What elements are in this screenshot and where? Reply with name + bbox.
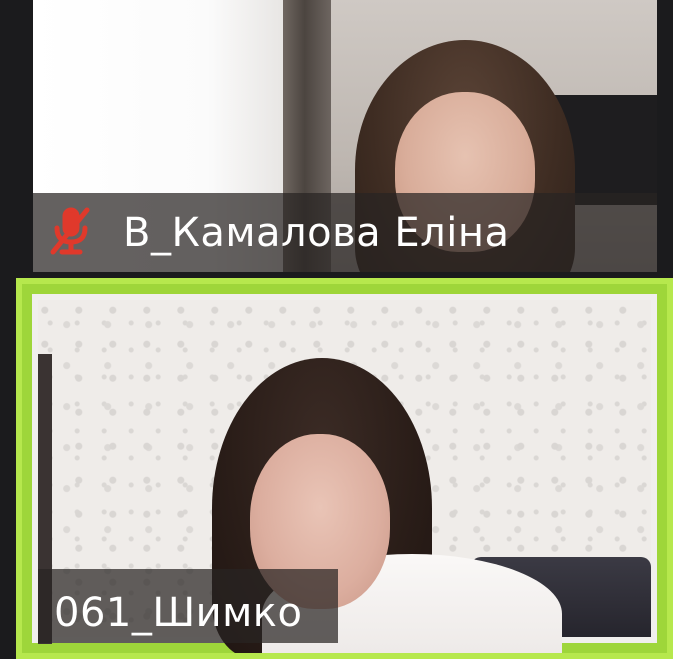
active-speaker-video-tile[interactable]: 061_Шимко [16,278,673,659]
participant-name: В_Камалова Еліна [123,210,510,256]
meeting-gallery-view: В_Камалова Еліна 061_Шимко [0,0,673,659]
participant-name: 061_Шимко [54,590,303,636]
muted-mic-icon [50,207,90,255]
participant-video-tile[interactable]: В_Камалова Еліна [33,0,657,272]
